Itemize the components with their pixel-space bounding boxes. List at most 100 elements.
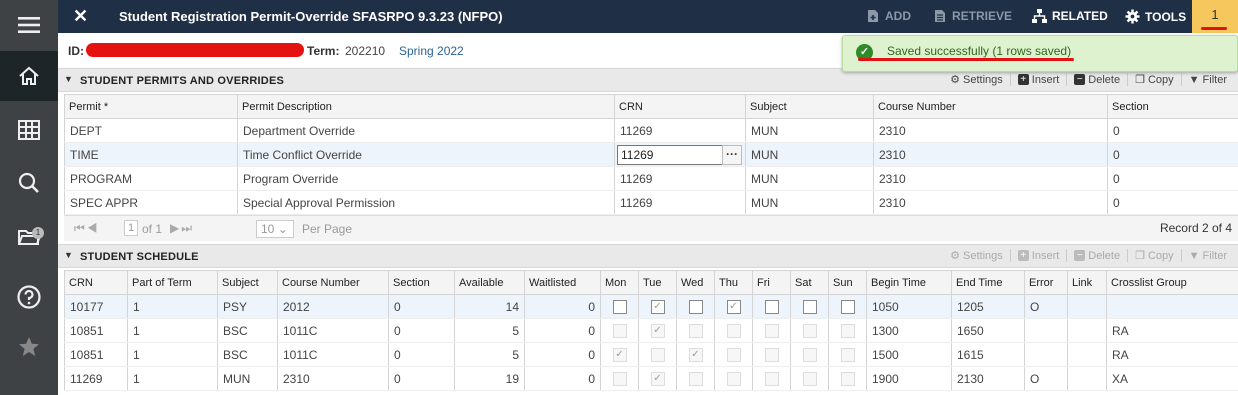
column-header-end-time[interactable]: End Time: [951, 270, 1025, 295]
column-header-permit-description[interactable]: Permit Description: [237, 94, 615, 119]
sun-checkbox: [840, 323, 855, 338]
tools-label: TOOLS: [1145, 9, 1187, 24]
course-number-cell: 1011C: [277, 342, 389, 367]
retrieve-label: RETRIEVE: [952, 9, 1013, 23]
success-toast[interactable]: ✓ Saved successfully (1 rows saved): [842, 35, 1238, 72]
table-row[interactable]: 10851 1 BSC 1011C 0 5 0 ✓ 1300 1650 RA: [64, 318, 1238, 343]
column-header-section[interactable]: Section: [388, 270, 455, 295]
error-cell: [1024, 342, 1068, 367]
column-header-course-number[interactable]: Course Number: [873, 94, 1108, 119]
retrieve-button[interactable]: RETRIEVE: [933, 9, 1012, 23]
column-header-part-of-term[interactable]: Part of Term: [127, 270, 218, 295]
permit-cell[interactable]: TIME: [64, 142, 238, 167]
table-row[interactable]: PROGRAM Program Override 11269 MUN 2310 …: [64, 166, 1238, 191]
help-icon[interactable]: [0, 272, 58, 322]
settings-button[interactable]: ⚙ Settings: [943, 249, 1010, 263]
permit-cell[interactable]: PROGRAM: [64, 166, 238, 191]
column-header-available[interactable]: Available: [454, 270, 525, 295]
page-number-input[interactable]: 1: [124, 220, 138, 236]
settings-button[interactable]: ⚙ Settings: [943, 73, 1010, 87]
filter-button[interactable]: ▼ Filter: [1180, 249, 1234, 262]
column-header-mon[interactable]: Mon: [600, 270, 639, 295]
favorites-star-icon[interactable]: [0, 322, 58, 372]
copy-button[interactable]: ❐ Copy: [1127, 73, 1181, 86]
column-header-crn[interactable]: CRN: [614, 94, 746, 119]
insert-button[interactable]: + Insert: [1009, 73, 1067, 86]
crn-cell: 10851: [64, 318, 128, 343]
available-cell: 14: [454, 294, 525, 319]
column-header-course-number[interactable]: Course Number: [277, 270, 389, 295]
wed-checkbox-cell: ✓: [676, 342, 715, 367]
per-page-select[interactable]: 10 ⌄: [256, 220, 294, 238]
link-cell: [1067, 366, 1107, 391]
table-row-selected[interactable]: TIME Time Conflict Override 11269 ··· MUN…: [64, 142, 1238, 167]
column-header-waitlisted[interactable]: Waitlisted: [524, 270, 601, 295]
crn-cell[interactable]: 11269: [614, 166, 746, 191]
column-header-sat[interactable]: Sat: [790, 270, 829, 295]
column-header-subject[interactable]: Subject: [217, 270, 278, 295]
column-header-wed[interactable]: Wed: [676, 270, 715, 295]
crn-cell-editing[interactable]: 11269 ···: [614, 142, 746, 167]
insert-button[interactable]: + Insert: [1009, 249, 1067, 262]
delete-button[interactable]: − Delete: [1066, 249, 1127, 262]
next-last-page-icons[interactable]: ▶⏭: [170, 221, 194, 236]
add-button[interactable]: ADD: [866, 9, 911, 23]
close-icon[interactable]: ✕: [73, 6, 88, 26]
sun-checkbox-cell: [828, 366, 867, 391]
table-row[interactable]: 10177 1 PSY 2012 0 14 0 ✓ ✓ 1050 1205 O: [64, 294, 1238, 319]
section-cell: 0: [388, 366, 455, 391]
related-hierarchy-icon: [1032, 9, 1047, 23]
tue-checkbox-checked: ✓: [650, 323, 665, 338]
filter-button[interactable]: ▼ Filter: [1180, 73, 1234, 86]
copy-icon: ❐: [1135, 74, 1145, 86]
search-icon[interactable]: [0, 158, 58, 208]
wed-checkbox-cell: [676, 294, 715, 319]
wed-checkbox-cell: [676, 366, 715, 391]
column-header-fri[interactable]: Fri: [752, 270, 791, 295]
wed-checkbox: [688, 323, 703, 338]
link-cell: [1067, 294, 1107, 319]
column-header-begin-time[interactable]: Begin Time: [866, 270, 952, 295]
fri-checkbox-cell: [752, 366, 791, 391]
column-header-thu[interactable]: Thu: [714, 270, 753, 295]
tools-button[interactable]: TOOLS: [1125, 9, 1186, 24]
table-row[interactable]: 10851 1 BSC 1011C 0 5 0 ✓ ✓ 1500 1615 RA: [64, 342, 1238, 367]
collapse-caret-icon[interactable]: ▼: [64, 74, 73, 84]
column-header-crn[interactable]: CRN: [64, 270, 128, 295]
table-row[interactable]: DEPT Department Override 11269 MUN 2310 …: [64, 118, 1238, 143]
crosslist-group-cell: [1106, 294, 1238, 319]
copy-button[interactable]: ❐ Copy: [1127, 249, 1181, 262]
table-row[interactable]: 11269 1 MUN 2310 0 19 0 ✓ 1900 2130 O XA: [64, 366, 1238, 391]
delete-button[interactable]: − Delete: [1066, 73, 1127, 86]
column-header-error[interactable]: Error: [1024, 270, 1068, 295]
column-header-sun[interactable]: Sun: [828, 270, 867, 295]
crn-input[interactable]: 11269: [617, 144, 723, 165]
applications-grid-icon[interactable]: [0, 105, 58, 155]
crn-cell[interactable]: 11269: [614, 118, 746, 143]
table-row[interactable]: SPEC APPR Special Approval Permission 11…: [64, 190, 1238, 215]
subject-cell: MUN: [745, 118, 874, 143]
recent-items-folder-icon[interactable]: [0, 212, 58, 262]
permit-description-cell: Department Override: [237, 118, 615, 143]
column-header-tue[interactable]: Tue: [638, 270, 677, 295]
crn-lookup-button[interactable]: ···: [722, 144, 742, 165]
column-header-permit[interactable]: Permit *: [64, 94, 238, 119]
crosslist-group-cell: RA: [1106, 342, 1238, 367]
crn-cell[interactable]: 11269: [614, 190, 746, 215]
collapse-caret-icon[interactable]: ▼: [64, 250, 73, 260]
first-prev-page-icons[interactable]: ⏮◀: [74, 221, 100, 236]
term-code: 202210: [345, 44, 386, 58]
sat-checkbox: [802, 371, 817, 386]
related-button[interactable]: RELATED: [1032, 9, 1108, 23]
column-header-crosslist-group[interactable]: Crosslist Group: [1106, 270, 1238, 295]
permit-cell[interactable]: DEPT: [64, 118, 238, 143]
permit-cell[interactable]: SPEC APPR: [64, 190, 238, 215]
insert-label: Insert: [1031, 249, 1060, 262]
waitlisted-cell: 0: [524, 366, 601, 391]
home-icon[interactable]: [0, 51, 58, 101]
link-cell: [1067, 318, 1107, 343]
column-header-section[interactable]: Section: [1107, 94, 1238, 119]
menu-icon[interactable]: [0, 0, 58, 50]
column-header-subject[interactable]: Subject: [745, 94, 874, 119]
column-header-link[interactable]: Link: [1067, 270, 1107, 295]
